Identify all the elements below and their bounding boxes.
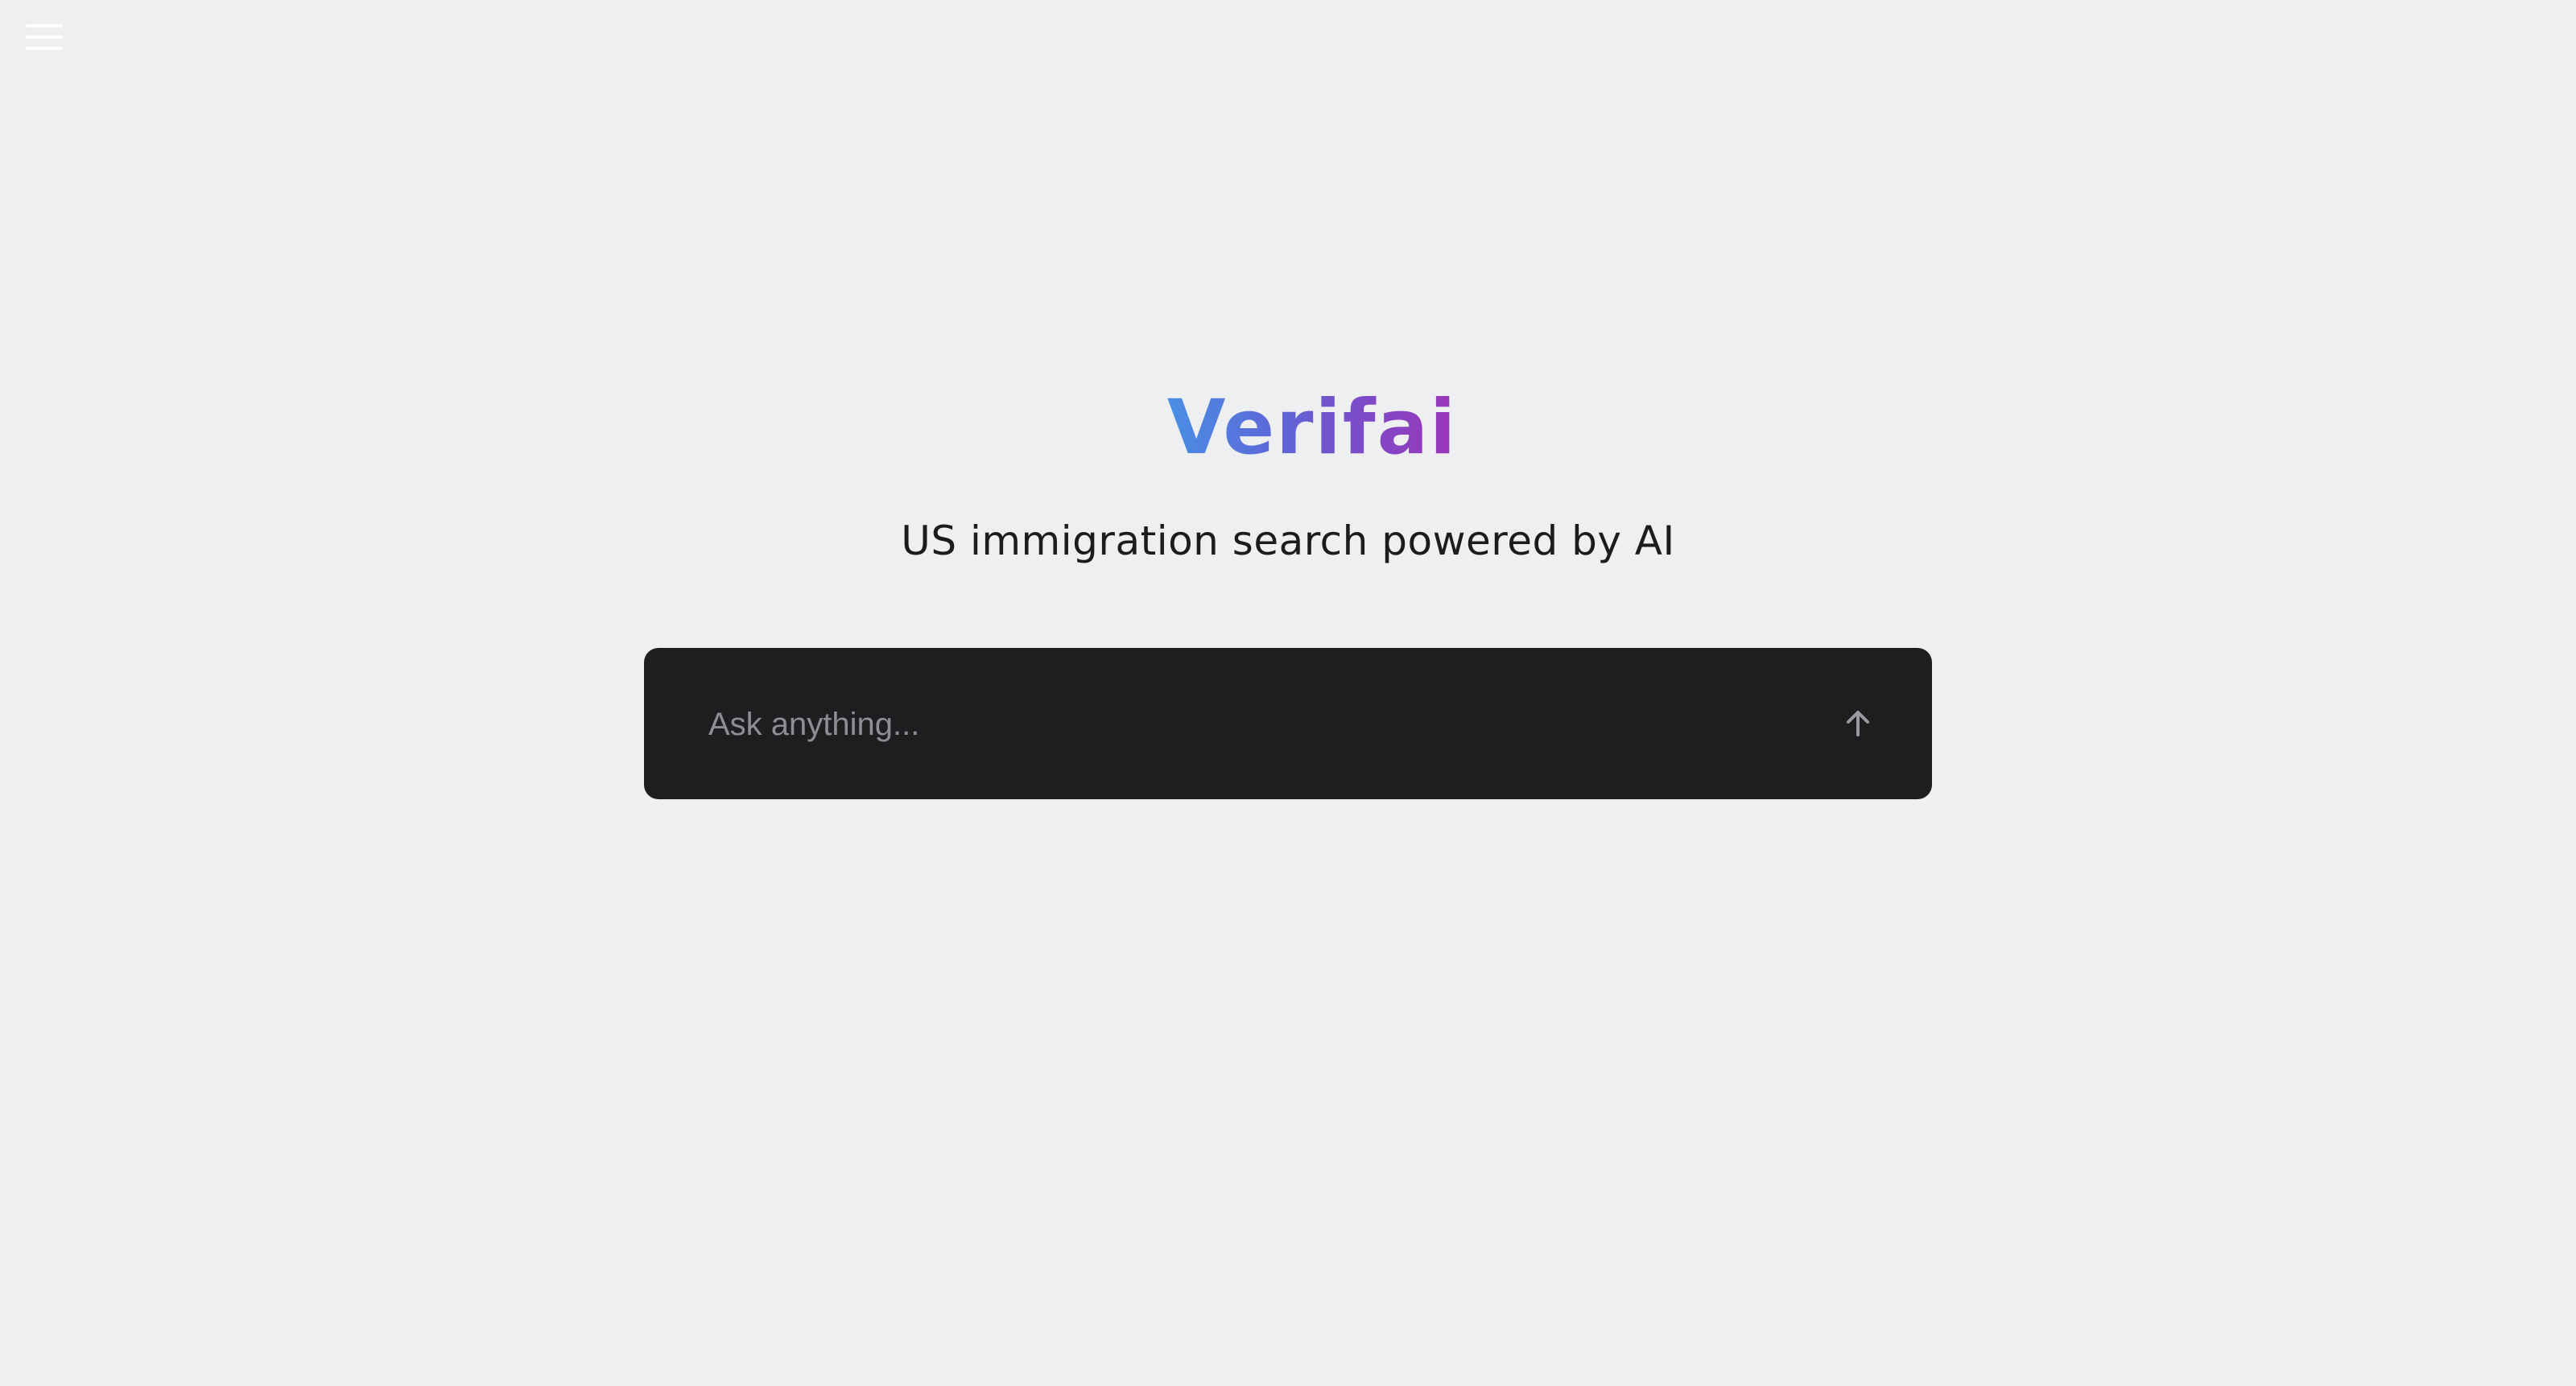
brand-title: Verifai <box>0 380 2576 476</box>
search-box <box>644 648 1932 799</box>
arrow-up-icon <box>1847 711 1869 736</box>
tagline: US immigration search powered by AI <box>901 518 1675 564</box>
hamburger-menu-icon <box>26 24 63 50</box>
menu-button[interactable] <box>23 21 68 53</box>
submit-button[interactable] <box>1832 698 1884 749</box>
search-input[interactable] <box>707 685 1757 764</box>
brand-title-text: Verifai <box>1166 384 1458 472</box>
